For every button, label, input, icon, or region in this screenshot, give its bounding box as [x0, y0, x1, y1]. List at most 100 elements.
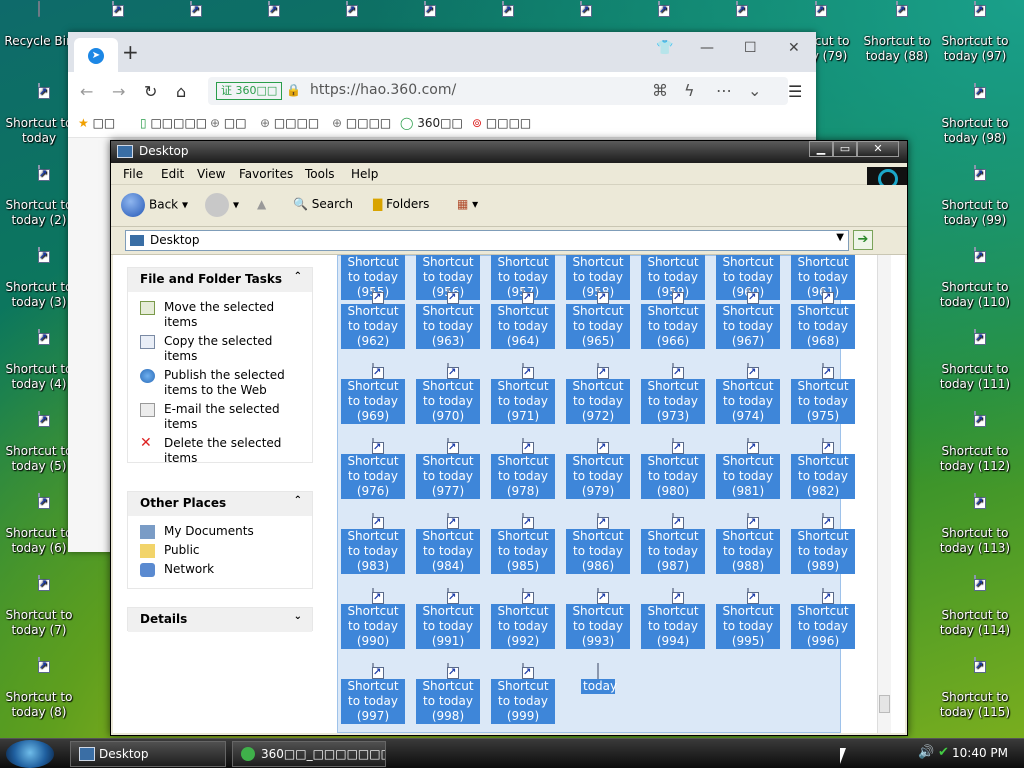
file-item[interactable]: Shortcut to today (988): [716, 513, 780, 574]
file-item[interactable]: Shortcut to today (984): [416, 513, 480, 574]
url-field[interactable]: 证 360□□ 🔒 https://hao.360.com/ ⌘ ϟ ⋯ ⌄: [208, 77, 788, 105]
menu-tools[interactable]: Tools: [305, 167, 335, 181]
file-item[interactable]: Shortcut to today (989): [791, 513, 855, 574]
file-item[interactable]: Shortcut to today (981): [716, 438, 780, 499]
file-item[interactable]: Shortcut to today (965): [566, 288, 630, 349]
desktop-shortcut[interactable]: Shortcut to today (111): [936, 329, 1014, 392]
menu-view[interactable]: View: [197, 167, 225, 181]
file-item[interactable]: Shortcut to today (962): [341, 288, 405, 349]
task-delete[interactable]: ✕ Delete the selected items: [128, 434, 312, 468]
browser-tab[interactable]: ➤: [74, 38, 118, 72]
taskbar-item-desktop[interactable]: Desktop: [70, 741, 226, 767]
go-button[interactable]: ➔: [853, 230, 873, 250]
file-item[interactable]: Shortcut to today (998): [416, 663, 480, 724]
desktop-shortcut[interactable]: Shortcut to today (8): [0, 657, 78, 720]
desktop-shortcut[interactable]: [468, 1, 538, 34]
file-item[interactable]: Shortcut to today (999): [491, 663, 555, 724]
menu-file[interactable]: File: [123, 167, 143, 181]
lightning-icon[interactable]: ϟ: [684, 81, 695, 100]
taskbar-item-browser[interactable]: 360□□_□□□□□□□□...: [232, 741, 386, 767]
close-button[interactable]: ✕: [788, 40, 800, 56]
bookmark-item[interactable]: ⊕ □□: [210, 116, 247, 130]
translate-icon[interactable]: ⌘: [652, 81, 668, 100]
task-copy[interactable]: Copy the selected items: [128, 332, 312, 366]
desktop-shortcut[interactable]: Shortcut to today (113): [936, 493, 1014, 556]
file-item[interactable]: Shortcut to today (982): [791, 438, 855, 499]
file-item[interactable]: Shortcut to today (976): [341, 438, 405, 499]
file-item[interactable]: Shortcut to today (994): [641, 588, 705, 649]
desktop-shortcut[interactable]: [624, 1, 694, 34]
menu-icon[interactable]: ☰: [788, 82, 802, 101]
file-item[interactable]: today: [566, 663, 630, 694]
explorer-window[interactable]: Desktop ▁ ▭ ✕ File Edit View Favorites T…: [110, 140, 908, 736]
file-item[interactable]: Shortcut to today (997): [341, 663, 405, 724]
maximize-button[interactable]: ☐: [744, 40, 757, 56]
file-item[interactable]: Shortcut to today (991): [416, 588, 480, 649]
desktop-shortcut[interactable]: Shortcut to today: [0, 83, 78, 146]
file-item[interactable]: Shortcut to today (986): [566, 513, 630, 574]
desktop-shortcut[interactable]: Shortcut to today (98): [936, 83, 1014, 146]
desktop-shortcut[interactable]: [234, 1, 304, 34]
recycle-bin-icon[interactable]: Recycle Bin: [0, 1, 78, 49]
file-item[interactable]: Shortcut to today (970): [416, 363, 480, 424]
bookmark-item[interactable]: ⊕ □□□□: [260, 116, 319, 130]
chevron-down-icon[interactable]: ⌄: [748, 81, 761, 100]
desktop-shortcut[interactable]: [546, 1, 616, 34]
desktop-shortcut[interactable]: Shortcut to today (88): [858, 1, 936, 64]
more-icon[interactable]: ⋯: [716, 81, 732, 100]
desktop-shortcut[interactable]: Shortcut to today (114): [936, 575, 1014, 638]
address-field[interactable]: Desktop ▼: [125, 230, 849, 251]
desktop-shortcut[interactable]: Shortcut to today (97): [936, 1, 1014, 64]
menu-help[interactable]: Help: [351, 167, 378, 181]
desktop-shortcut[interactable]: [78, 1, 148, 34]
back-arrow-icon[interactable]: ←: [80, 82, 93, 101]
network-icon[interactable]: ✔: [938, 745, 949, 760]
maximize-button[interactable]: ▭: [833, 141, 857, 157]
desktop-shortcut[interactable]: Shortcut to today (99): [936, 165, 1014, 228]
desktop-shortcut[interactable]: Shortcut to today (6): [0, 493, 78, 556]
file-item[interactable]: Shortcut to today (967): [716, 288, 780, 349]
vertical-scrollbar[interactable]: [877, 255, 891, 733]
clock[interactable]: 10:40 PM: [952, 746, 1008, 760]
shirt-icon[interactable]: 👕: [656, 40, 673, 56]
desktop-shortcut[interactable]: [702, 1, 772, 34]
file-item[interactable]: Shortcut to today (973): [641, 363, 705, 424]
bookmark-item[interactable]: ⊕ □□□□: [332, 116, 391, 130]
folders-button[interactable]: ▇ Folders: [373, 197, 429, 211]
menu-edit[interactable]: Edit: [161, 167, 184, 181]
task-email[interactable]: E-mail the selected items: [128, 400, 312, 434]
bookmark-item[interactable]: ◯ 360□□: [400, 116, 463, 130]
desktop-shortcut[interactable]: Shortcut to today (115): [936, 657, 1014, 720]
forward-button[interactable]: ▾: [205, 193, 239, 217]
desktop-shortcut[interactable]: Shortcut to today (4): [0, 329, 78, 392]
back-button[interactable]: Back ▾: [121, 193, 188, 217]
file-item[interactable]: Shortcut to today (978): [491, 438, 555, 499]
views-button[interactable]: ▦ ▾: [457, 197, 478, 211]
file-item[interactable]: Shortcut to today (980): [641, 438, 705, 499]
desktop-shortcut[interactable]: Shortcut to today (2): [0, 165, 78, 228]
refresh-icon[interactable]: ↻: [144, 82, 157, 101]
volume-icon[interactable]: 🔊: [918, 745, 934, 760]
file-item[interactable]: Shortcut to today (977): [416, 438, 480, 499]
desktop-shortcut[interactable]: Shortcut to today (3): [0, 247, 78, 310]
file-item[interactable]: Shortcut to today (964): [491, 288, 555, 349]
file-item[interactable]: Shortcut to today (963): [416, 288, 480, 349]
bookmark-star[interactable]: ★ □□: [78, 116, 115, 130]
minimize-button[interactable]: ▁: [809, 141, 833, 157]
minimize-button[interactable]: —: [700, 40, 714, 56]
file-item[interactable]: Shortcut to today (969): [341, 363, 405, 424]
file-item[interactable]: Shortcut to today (985): [491, 513, 555, 574]
place-public[interactable]: Public: [128, 541, 312, 560]
scrollbar-thumb[interactable]: [879, 695, 890, 713]
close-button[interactable]: ✕: [857, 141, 899, 157]
task-move[interactable]: Move the selected items: [128, 298, 312, 332]
file-item[interactable]: Shortcut to today (971): [491, 363, 555, 424]
file-item[interactable]: Shortcut to today (996): [791, 588, 855, 649]
forward-arrow-icon[interactable]: →: [112, 82, 125, 101]
file-item[interactable]: Shortcut to today (979): [566, 438, 630, 499]
chevron-down-icon[interactable]: ▼: [836, 232, 844, 243]
file-item[interactable]: Shortcut to today (974): [716, 363, 780, 424]
file-item[interactable]: Shortcut to today (993): [566, 588, 630, 649]
file-item[interactable]: Shortcut to today (972): [566, 363, 630, 424]
bookmark-item[interactable]: ▯ □□□□□: [140, 116, 207, 130]
